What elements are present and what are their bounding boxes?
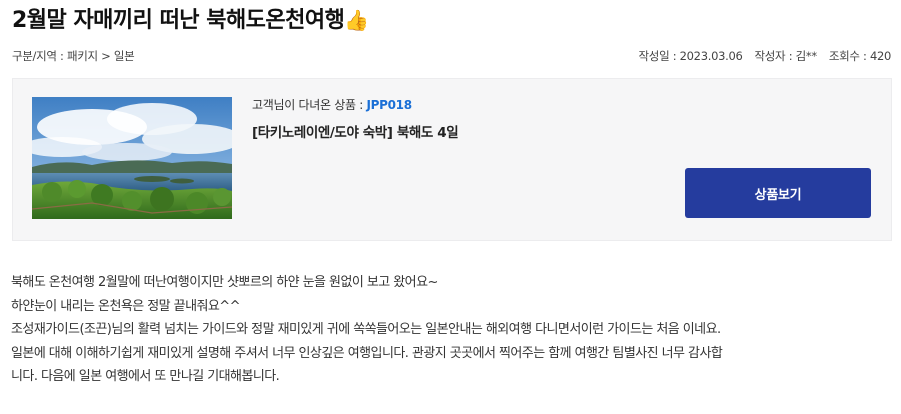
visited-product-line: 고객님이 다녀온 상품 : JPP018 — [252, 96, 412, 113]
review-line: 일본에 대해 이해하기쉽게 재미있게 설명해 주셔서 너무 인상깊은 여행입니다… — [11, 345, 723, 361]
review-line: 니다. 다음에 일본 여행에서 또 만나길 기대해봅니다. — [11, 369, 280, 384]
category-breadcrumb: 구분/지역 : 패키지 > 일본 — [12, 49, 135, 63]
post-date: 작성일 : 2023.03.06 — [638, 49, 743, 63]
post-meta: 구분/지역 : 패키지 > 일본 작성일 : 2023.03.06 작성자 : 김… — [12, 48, 891, 66]
product-card: 고객님이 다녀온 상품 : JPP018 [타키노레이엔/도야 숙박] 북해도 … — [12, 78, 892, 241]
review-line: 북해도 온천여행 2월말에 떠난여행이지만 샷뽀르의 하얀 눈을 원없이 보고 … — [11, 275, 438, 290]
review-line: 조성재가이드(조끈)님의 활력 넘치는 가이드와 정말 재미있게 귀에 쏙쏙들어… — [11, 322, 721, 337]
view-product-button[interactable]: 상품보기 — [685, 168, 871, 218]
product-code: JPP018 — [366, 98, 412, 112]
post-info: 작성일 : 2023.03.06 작성자 : 김** 조회수 : 420 — [638, 48, 892, 64]
product-name[interactable]: [타키노레이엔/도야 숙박] 북해도 4일 — [252, 121, 459, 141]
product-photo — [32, 97, 232, 219]
post-author: 작성자 : 김** — [754, 49, 818, 63]
post-title-text: 2월말 자매끼리 떠난 북해도온천여행 — [12, 8, 345, 33]
visited-product-label: 고객님이 다녀온 상품 : — [252, 98, 367, 112]
thumbs-up-icon: 👍 — [344, 8, 369, 32]
review-body: 북해도 온천여행 2월말에 떠난여행이지만 샷뽀르의 하얀 눈을 원없이 보고 … — [11, 271, 893, 389]
post-title: 2월말 자매끼리 떠난 북해도온천여행👍 — [12, 3, 369, 38]
post-views: 조회수 : 420 — [828, 49, 891, 63]
review-line: 하얀눈이 내리는 온천욕은 정말 끝내줘요^^ — [11, 298, 241, 314]
